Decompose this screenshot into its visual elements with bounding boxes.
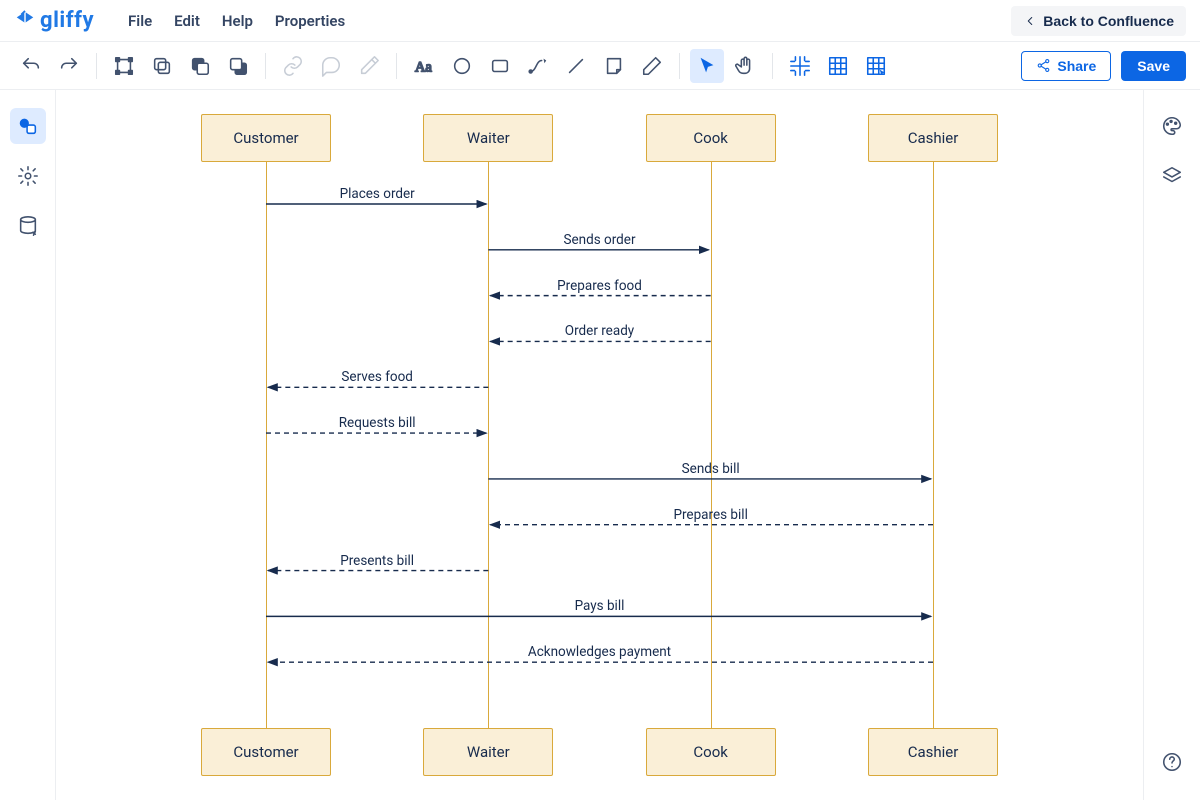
canvas[interactable]: CustomerCustomerWaiterWaiterCookCookCash… [56, 90, 1144, 800]
share-button[interactable]: Share [1021, 51, 1111, 81]
snapgrid-icon [865, 55, 887, 77]
redo-icon [58, 55, 80, 77]
eyedropper-icon [358, 55, 380, 77]
connector-button[interactable] [521, 49, 555, 83]
link-icon [282, 55, 304, 77]
right-rail [1144, 90, 1200, 800]
line-icon [565, 55, 587, 77]
message-label[interactable]: Places order [340, 186, 415, 202]
back-label: Back to Confluence [1043, 13, 1174, 29]
shapes-panel-button[interactable] [10, 108, 46, 144]
app-name: gliffy [40, 8, 94, 33]
message-label[interactable]: Serves food [341, 369, 413, 385]
copy-icon [151, 55, 173, 77]
message-label[interactable]: Prepares bill [673, 507, 747, 523]
svg-text:Aa: Aa [415, 59, 433, 75]
gear-icon [17, 165, 39, 187]
ellipse-button[interactable] [445, 49, 479, 83]
shapes-icon [17, 115, 39, 137]
settings-panel-button[interactable] [10, 158, 46, 194]
pen-button[interactable] [635, 49, 669, 83]
bring-front-button[interactable] [183, 49, 217, 83]
left-rail [0, 90, 56, 800]
message-label[interactable]: Presents bill [340, 553, 414, 569]
app-logo: gliffy [14, 8, 94, 33]
message-label[interactable]: Order ready [565, 323, 634, 339]
text-icon: Aa [413, 55, 435, 77]
pen-icon [641, 55, 663, 77]
share-label: Share [1057, 58, 1096, 74]
layers-icon [1161, 165, 1183, 187]
grid-button[interactable] [821, 49, 855, 83]
redo-button[interactable] [52, 49, 86, 83]
palette-icon [1161, 115, 1183, 137]
back-to-confluence-button[interactable]: Back to Confluence [1011, 6, 1186, 36]
link-button [276, 49, 310, 83]
data-panel-button[interactable] [10, 208, 46, 244]
text-button[interactable]: Aa [407, 49, 441, 83]
bring-front-icon [189, 55, 211, 77]
menu-items: File Edit Help Properties [128, 12, 345, 30]
hand-icon [734, 55, 756, 77]
copy-button[interactable] [145, 49, 179, 83]
comment-button [314, 49, 348, 83]
pointer-button[interactable] [690, 49, 724, 83]
rectangle-icon [489, 55, 511, 77]
message-label[interactable]: Sends bill [682, 461, 740, 477]
rectangle-button[interactable] [483, 49, 517, 83]
sequence-diagram[interactable]: CustomerCustomerWaiterWaiterCookCookCash… [56, 90, 1143, 800]
menu-file[interactable]: File [128, 12, 152, 30]
grid-icon [827, 55, 849, 77]
workspace: CustomerCustomerWaiterWaiterCookCookCash… [0, 90, 1200, 800]
line-button[interactable] [559, 49, 593, 83]
help-button[interactable] [1154, 744, 1190, 780]
chevron-left-icon [1023, 14, 1037, 28]
database-icon [17, 215, 39, 237]
menu-help[interactable]: Help [222, 12, 253, 30]
undo-button[interactable] [14, 49, 48, 83]
note-icon [603, 55, 625, 77]
message-label[interactable]: Prepares food [557, 278, 642, 294]
note-button[interactable] [597, 49, 631, 83]
menubar: gliffy File Edit Help Properties Back to… [0, 0, 1200, 42]
style-panel-button[interactable] [1154, 108, 1190, 144]
ellipse-icon [451, 55, 473, 77]
connector-icon [527, 55, 549, 77]
save-label: Save [1137, 58, 1170, 74]
message-label[interactable]: Requests bill [339, 415, 416, 431]
snapguides-button[interactable] [783, 49, 817, 83]
share-icon [1036, 58, 1051, 73]
eyedropper-button [352, 49, 386, 83]
snap-icon [789, 55, 811, 77]
comment-icon [320, 55, 342, 77]
gliffy-logo-icon [14, 10, 36, 32]
send-back-icon [227, 55, 249, 77]
pointer-icon [696, 55, 718, 77]
group-button[interactable] [107, 49, 141, 83]
layers-panel-button[interactable] [1154, 158, 1190, 194]
snapgrid-button[interactable] [859, 49, 893, 83]
toolbar: Aa Share Save [0, 42, 1200, 90]
menu-edit[interactable]: Edit [174, 12, 200, 30]
pan-button[interactable] [728, 49, 762, 83]
arrows-layer [56, 90, 1143, 800]
message-label[interactable]: Sends order [563, 232, 635, 248]
undo-icon [20, 55, 42, 77]
message-label[interactable]: Pays bill [575, 598, 625, 614]
help-icon [1161, 751, 1183, 773]
menu-properties[interactable]: Properties [275, 12, 345, 30]
save-button[interactable]: Save [1121, 51, 1186, 81]
send-back-button[interactable] [221, 49, 255, 83]
message-label[interactable]: Acknowledges payment [528, 644, 671, 660]
group-icon [113, 55, 135, 77]
